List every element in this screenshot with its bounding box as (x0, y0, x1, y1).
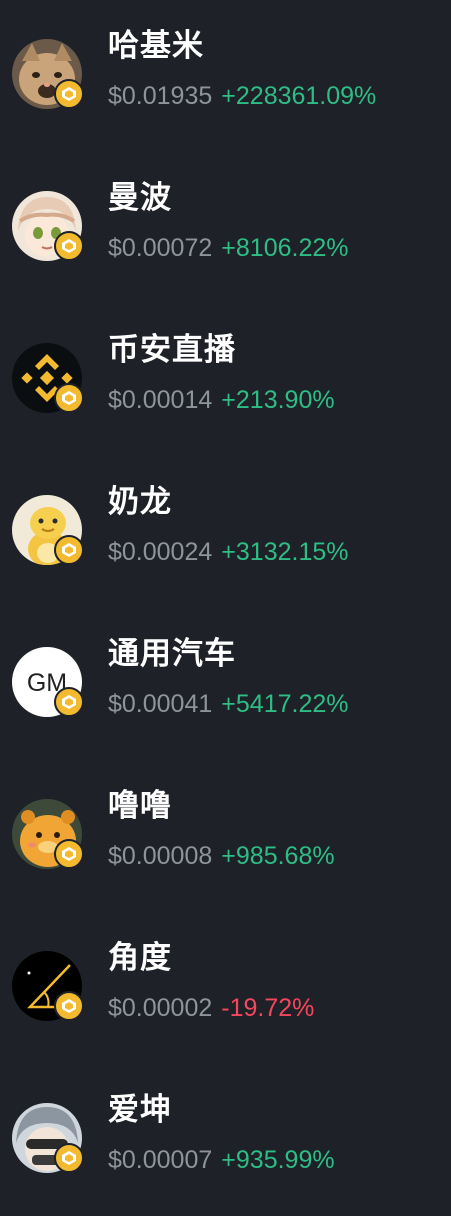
price-line: $0.00024 +3132.15% (108, 535, 348, 569)
price-line: $0.01935 +228361.09% (108, 79, 376, 113)
token-change: +228361.09% (221, 82, 377, 110)
token-change: +3132.15% (221, 538, 349, 566)
bnb-chain-badge-icon (54, 383, 84, 413)
token-change: -19.72% (221, 994, 315, 1022)
bnb-chain-badge-icon (54, 687, 84, 717)
token-price: $0.00007 (108, 1146, 213, 1174)
token-price: $0.01935 (108, 82, 213, 110)
bnb-chain-badge-icon (54, 1143, 84, 1173)
price-line: $0.00008 +985.68% (108, 839, 335, 873)
token-row-manbo[interactable]: 曼波 $0.00072 +8106.22% (0, 152, 451, 304)
token-name: 币安直播 (108, 332, 236, 368)
token-price: $0.00008 (108, 842, 213, 870)
token-price: $0.00024 (108, 538, 213, 566)
bnb-chain-badge-icon (54, 991, 84, 1021)
token-price: $0.00041 (108, 690, 213, 718)
price-line: $0.00041 +5417.22% (108, 687, 348, 721)
token-name: 爱坤 (108, 1092, 172, 1128)
token-row-lulu[interactable]: 噜噜 $0.00008 +985.68% (0, 760, 451, 912)
bnb-chain-badge-icon (54, 535, 84, 565)
token-row-angle[interactable]: 角度 $0.00002 -19.72% (0, 912, 451, 1064)
price-line: $0.00002 -19.72% (108, 991, 314, 1025)
price-line: $0.00007 +935.99% (108, 1143, 335, 1177)
token-row-general-motors[interactable]: GM 通用汽车 $0.00041 +5417.22% (0, 608, 451, 760)
token-change: +213.90% (221, 386, 335, 414)
token-name: 曼波 (108, 180, 172, 216)
token-name: 奶龙 (108, 484, 172, 520)
token-name: 哈基米 (108, 28, 204, 64)
bnb-chain-badge-icon (54, 79, 84, 109)
token-row-hajimi[interactable]: 哈基米 $0.01935 +228361.09% (0, 0, 451, 152)
token-change: +985.68% (221, 842, 335, 870)
token-price: $0.00014 (108, 386, 213, 414)
bnb-chain-badge-icon (54, 839, 84, 869)
bnb-chain-badge-icon (54, 231, 84, 261)
token-price: $0.00002 (108, 994, 213, 1022)
token-list: 哈基米 $0.01935 +228361.09% 曼波 $0.00072 +8106… (0, 0, 451, 1200)
token-price: $0.00072 (108, 234, 213, 262)
token-change: +5417.22% (221, 690, 349, 718)
token-change: +8106.22% (221, 234, 349, 262)
token-name: 角度 (108, 940, 172, 976)
token-row-nailong[interactable]: 奶龙 $0.00024 +3132.15% (0, 456, 451, 608)
token-name: 通用汽车 (108, 636, 236, 672)
token-name: 噜噜 (108, 788, 172, 824)
price-line: $0.00072 +8106.22% (108, 231, 348, 265)
token-row-aikun[interactable]: 爱坤 $0.00007 +935.99% (0, 1064, 451, 1216)
token-row-binance-live[interactable]: 币安直播 $0.00014 +213.90% (0, 304, 451, 456)
token-change: +935.99% (221, 1146, 335, 1174)
price-line: $0.00014 +213.90% (108, 383, 335, 417)
